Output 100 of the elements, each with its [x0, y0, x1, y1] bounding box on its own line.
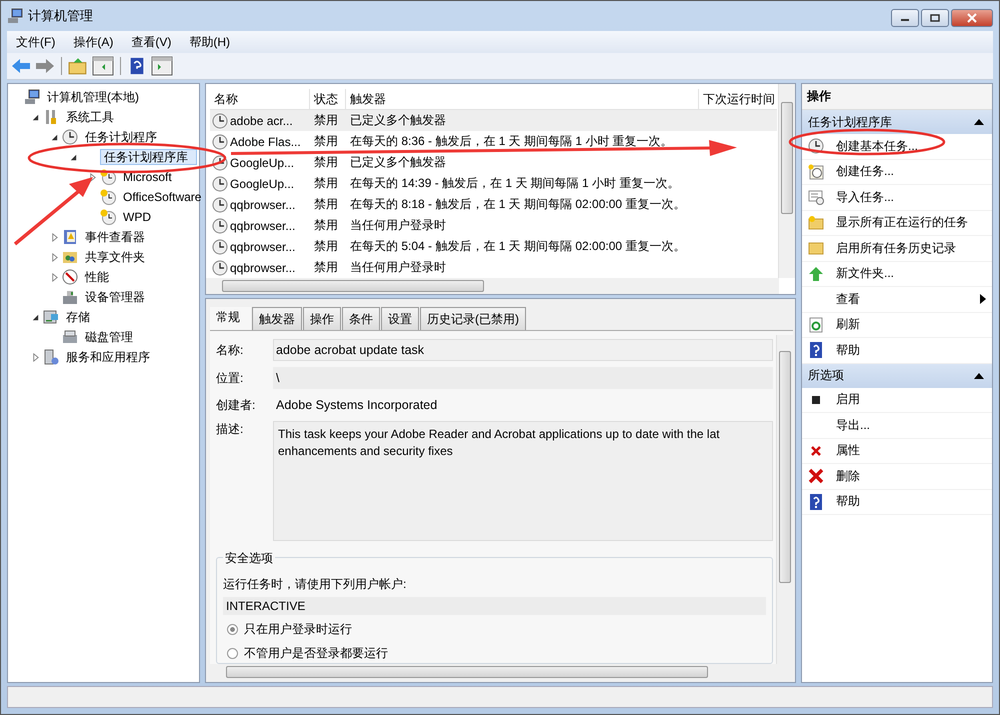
tree-item[interactable]: WPD: [119, 208, 155, 226]
clock-icon: [62, 129, 78, 145]
action-item[interactable]: 显示所有正在运行的任务: [836, 214, 968, 232]
menu-item[interactable]: 操作(A): [64, 34, 122, 50]
column-header[interactable]: 名称: [210, 89, 310, 109]
close-button[interactable]: [951, 9, 993, 27]
tab[interactable]: 操作: [303, 307, 341, 330]
table-row[interactable]: Adobe Flas... 禁用 在每天的 8:36 - 触发后，在 1 天 期间每隔 1 小时 重复一次。: [210, 131, 777, 152]
show-action-pane-icon[interactable]: [151, 56, 173, 76]
expand-arrow-icon[interactable]: [88, 172, 97, 182]
tree-item[interactable]: 任务计划程序: [81, 126, 161, 148]
table-cell-text: 禁用: [313, 133, 339, 150]
vertical-scrollbar[interactable]: [778, 84, 795, 278]
action-item[interactable]: 刷新: [836, 316, 860, 334]
table-cell: GoogleUp...: [230, 156, 294, 170]
collapse-arrow-icon[interactable]: [50, 132, 59, 142]
location-field[interactable]: \: [273, 367, 773, 389]
action-item[interactable]: 帮助: [836, 493, 860, 510]
tree-item[interactable]: 计算机管理(本地): [43, 86, 143, 108]
vertical-scrollbar[interactable]: [776, 335, 793, 664]
back-icon[interactable]: [11, 57, 31, 75]
column-header[interactable]: 下次运行时间: [699, 89, 777, 109]
column-header[interactable]: 状态: [310, 89, 346, 109]
account-prompt: 运行任务时，请使用下列用户帐户:: [223, 576, 408, 593]
up-folder-icon[interactable]: [68, 57, 88, 75]
table-row[interactable]: qqbrowser... 禁用 当任何用户登录时: [210, 257, 777, 278]
pane-title: 操作: [802, 84, 992, 110]
tree-item[interactable]: Microsoft: [119, 168, 176, 186]
action-item[interactable]: 启用: [836, 391, 860, 408]
menu-item[interactable]: 文件(F): [7, 34, 64, 50]
menu-item[interactable]: 查看(V): [122, 34, 180, 50]
collapse-arrow-icon[interactable]: [31, 312, 40, 322]
table-row[interactable]: GoogleUp... 禁用 在每天的 14:39 - 触发后，在 1 天 期间每隔 1 小时 重复一次。: [210, 173, 777, 194]
account-field: INTERACTIVE: [223, 597, 766, 615]
section-header[interactable]: 任务计划程序库: [802, 110, 992, 134]
tab[interactable]: 条件: [342, 307, 380, 330]
tree-item[interactable]: OfficeSoftware: [119, 188, 206, 206]
action-item[interactable]: 启用所有任务历史记录: [836, 240, 956, 257]
tree-item[interactable]: 任务计划程序库: [100, 149, 197, 165]
clock-icon: [808, 138, 824, 154]
action-item[interactable]: 创建任务...: [836, 163, 894, 180]
radio-button[interactable]: [227, 648, 238, 658]
up-arrow-icon: [808, 266, 824, 282]
table-row[interactable]: adobe acr... 禁用 已定义多个触发器: [210, 110, 777, 131]
author-text: Adobe Systems Incorporated: [275, 398, 438, 412]
action-item[interactable]: 帮助: [836, 342, 860, 359]
tree-item[interactable]: 性能: [81, 266, 113, 288]
action-item[interactable]: 删除: [836, 468, 860, 485]
menu-item[interactable]: 帮助(H): [180, 34, 239, 50]
delete-icon: [808, 468, 824, 484]
minimize-button[interactable]: [891, 9, 919, 27]
forward-icon[interactable]: [35, 57, 55, 75]
tree-item[interactable]: 共享文件夹: [81, 246, 149, 268]
column-header[interactable]: 触发器: [346, 89, 699, 109]
tree-item[interactable]: 设备管理器: [81, 286, 149, 308]
expand-arrow-icon[interactable]: [31, 352, 40, 362]
action-item[interactable]: 新文件夹...: [836, 265, 894, 282]
clock-icon: [212, 176, 228, 192]
tree-item[interactable]: 服务和应用程序: [62, 346, 154, 368]
radio-label[interactable]: 只在用户登录时运行: [244, 620, 352, 638]
maximize-button[interactable]: [921, 9, 949, 27]
table-cell-text: 在每天的 5:04 - 触发后，在 1 天 期间每隔 02:00:00 重复一次。: [349, 238, 686, 255]
help-icon: [808, 494, 824, 510]
table-row[interactable]: qqbrowser... 禁用 当任何用户登录时: [210, 215, 777, 236]
radio-button[interactable]: [227, 624, 238, 634]
collapse-icon[interactable]: [974, 119, 984, 125]
group-title: 安全选项: [223, 550, 275, 567]
tab[interactable]: 触发器: [252, 307, 302, 330]
tab[interactable]: 常规: [210, 307, 251, 330]
computer-icon: [24, 89, 40, 105]
horizontal-scrollbar[interactable]: [206, 278, 779, 294]
section-header[interactable]: 所选项: [802, 364, 992, 388]
description-field[interactable]: This task keeps your Adobe Reader and Acrobat applications up to date with the lat enhancements and security fixes: [273, 421, 773, 541]
radio-label[interactable]: 不管用户是否登录都要运行: [244, 644, 388, 662]
event-log-icon: [62, 229, 78, 245]
collapse-arrow-icon[interactable]: [31, 112, 40, 122]
tree-item[interactable]: 存储: [62, 306, 94, 328]
table-cell-text: 当任何用户登录时: [349, 259, 447, 276]
table-row[interactable]: qqbrowser... 禁用 在每天的 8:18 - 触发后，在 1 天 期间每隔 02:00:00 重复一次。: [210, 194, 777, 215]
tree-item[interactable]: 磁盘管理: [81, 326, 137, 348]
tree-item[interactable]: 事件查看器: [81, 226, 149, 248]
expand-arrow-icon[interactable]: [50, 272, 59, 282]
action-item[interactable]: 属性: [836, 442, 860, 460]
clock-icon: [100, 169, 116, 185]
tab[interactable]: 设置: [381, 307, 419, 330]
tree-item[interactable]: 系统工具: [62, 106, 118, 128]
action-item[interactable]: 导出...: [836, 416, 870, 434]
name-field[interactable]: adobe acrobat update task: [273, 339, 773, 361]
maximize-icon: [930, 14, 940, 22]
table-cell: qqbrowser...: [230, 240, 296, 254]
table-row[interactable]: GoogleUp... 禁用 已定义多个触发器: [210, 152, 777, 173]
collapse-arrow-icon[interactable]: [69, 152, 78, 162]
expand-arrow-icon[interactable]: [50, 232, 59, 242]
collapse-icon[interactable]: [974, 372, 984, 378]
tab[interactable]: 历史记录(已禁用): [420, 307, 526, 330]
hide-tree-icon[interactable]: [92, 56, 114, 76]
action-item[interactable]: 导入任务...: [836, 188, 894, 206]
expand-arrow-icon[interactable]: [50, 252, 59, 262]
action-item[interactable]: 查看: [836, 290, 860, 308]
table-row[interactable]: qqbrowser... 禁用 在每天的 5:04 - 触发后，在 1 天 期间每隔 02:00:00 重复一次。: [210, 236, 777, 257]
